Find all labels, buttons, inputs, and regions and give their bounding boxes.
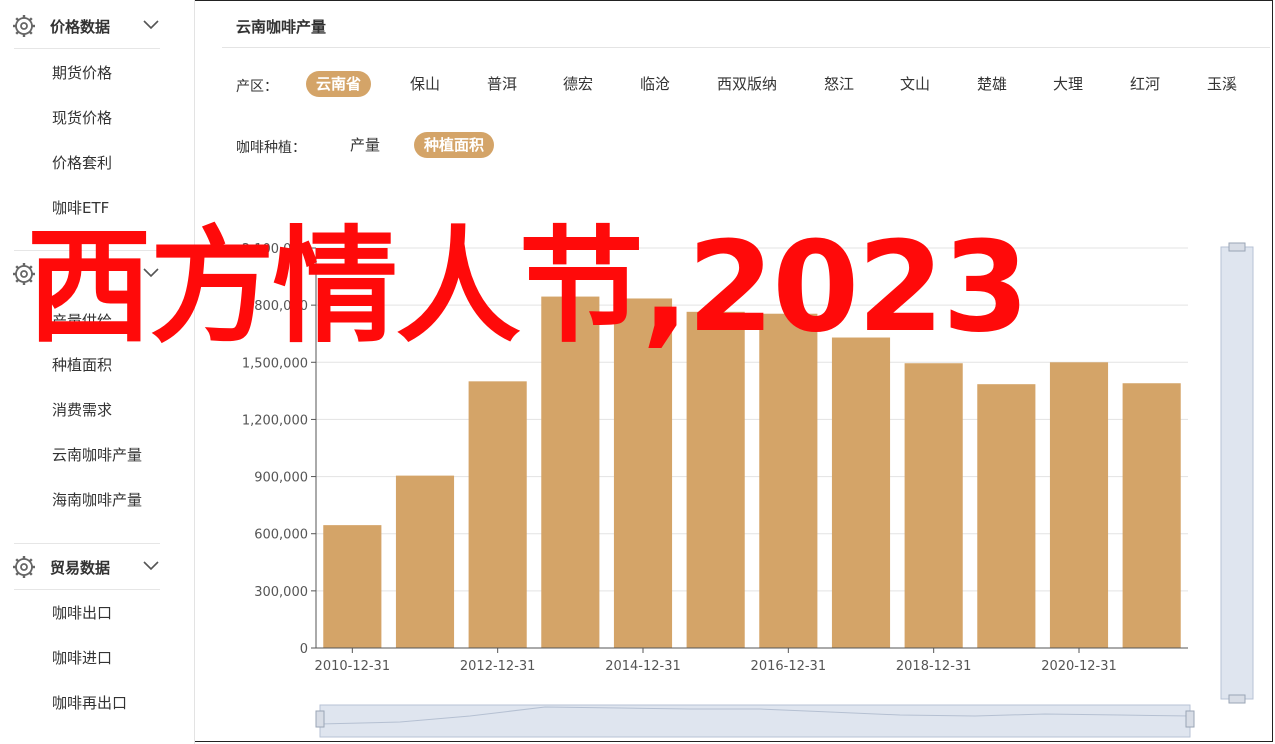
slider-handle-right[interactable] — [1185, 710, 1195, 728]
y-tick-label: 0 — [300, 642, 308, 657]
bar-2010-12-31[interactable] — [323, 525, 382, 648]
bar-chart: 0 300,000 600,000 900,000 1,200,000 1,500,000… — [242, 242, 1254, 738]
x-tick-label: 2016-12-31 — [751, 659, 827, 674]
y-tick-label: 1,800,000 — [242, 299, 308, 314]
bar-2021-12-31[interactable] — [1122, 383, 1181, 648]
bar-2012-12-31[interactable] — [468, 381, 527, 648]
slider-handle-bottom[interactable] — [1228, 694, 1246, 704]
slider-handle-left[interactable] — [315, 710, 325, 728]
y-tick-label: 1,200,000 — [242, 413, 308, 428]
bar-2015-12-31[interactable] — [686, 311, 745, 648]
horizontal-zoom-slider[interactable] — [315, 704, 1195, 738]
x-tick-label: 2014-12-31 — [605, 659, 681, 674]
x-tick-label: 2012-12-31 — [460, 659, 536, 674]
y-tick-label: 300,000 — [254, 585, 308, 600]
slider-handle-top[interactable] — [1228, 242, 1246, 252]
y-tick-label: 900,000 — [254, 471, 308, 486]
bar-2016-12-31[interactable] — [759, 313, 818, 648]
vertical-zoom-slider[interactable] — [1220, 242, 1254, 704]
y-tick-label: 600,000 — [254, 528, 308, 543]
bar-2011-12-31[interactable] — [395, 475, 455, 648]
x-tick-label: 2018-12-31 — [896, 659, 972, 674]
x-tick-label: 2020-12-31 — [1041, 659, 1117, 674]
bar-2013-12-31[interactable] — [541, 296, 600, 648]
bar-2019-12-31[interactable] — [977, 384, 1036, 648]
y-tick-label: 1,500,000 — [242, 356, 308, 371]
x-tick-label: 2010-12-31 — [315, 659, 391, 674]
bar-2020-12-31[interactable] — [1049, 362, 1109, 648]
bar-2018-12-31[interactable] — [904, 363, 963, 648]
bars — [323, 296, 1181, 648]
bar-2017-12-31[interactable] — [831, 337, 891, 648]
y-tick-label: 2,100,000 — [242, 242, 308, 257]
bar-2014-12-31[interactable] — [613, 298, 673, 648]
